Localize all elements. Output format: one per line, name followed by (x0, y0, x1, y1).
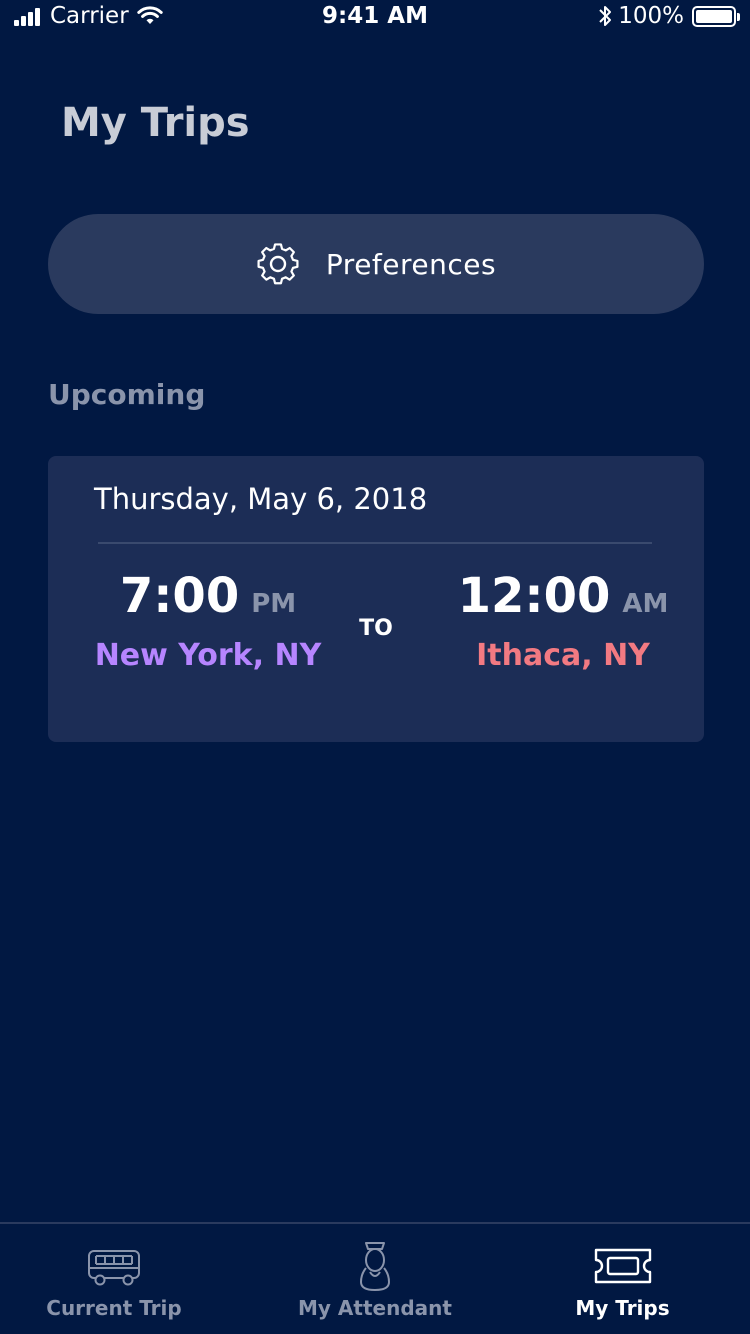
battery-icon (692, 5, 740, 27)
page-title: My Trips (61, 100, 250, 146)
battery-percent: 100% (618, 3, 684, 29)
arrival-ampm: AM (622, 589, 669, 619)
to-connector: TO (359, 616, 393, 641)
trip-date: Thursday, May 6, 2018 (94, 482, 428, 516)
tab-label-my-trips: My Trips (575, 1296, 670, 1320)
arrival-time: 12:00 (457, 568, 611, 624)
bluetooth-icon (599, 6, 612, 26)
tab-label-my-attendant: My Attendant (298, 1296, 452, 1320)
attendant-icon (360, 1242, 390, 1291)
departure-time-line: 7:00 PM (88, 568, 328, 624)
section-header-upcoming: Upcoming (48, 378, 206, 411)
my-trips-screen: Carrier 9:41 AM 100% My Trips Preference… (0, 0, 750, 1334)
bus-icon (88, 1250, 140, 1286)
preferences-button[interactable]: Preferences (48, 214, 704, 314)
departure-city: New York, NY (94, 638, 322, 673)
tab-my-trips[interactable]: My Trips (500, 1224, 745, 1334)
status-bar: Carrier 9:41 AM 100% (0, 0, 750, 34)
departure-time: 7:00 (119, 568, 240, 624)
arrival: 12:00 AM Ithaca, NY (448, 568, 678, 673)
gear-icon (257, 243, 299, 285)
departure: 7:00 PM New York, NY (88, 568, 328, 673)
trip-card[interactable]: Thursday, May 6, 2018 7:00 PM New York, … (48, 456, 704, 742)
ticket-icon (594, 1248, 651, 1284)
tab-label-current-trip: Current Trip (46, 1296, 182, 1320)
status-right: 100% (598, 3, 740, 29)
tab-current-trip[interactable]: Current Trip (0, 1224, 228, 1334)
arrival-time-line: 12:00 AM (448, 568, 678, 624)
arrival-city: Ithaca, NY (476, 638, 650, 673)
card-divider (98, 542, 652, 544)
departure-ampm: PM (251, 589, 297, 619)
tab-bar: Current Trip My Attendant My Trips (0, 1222, 750, 1334)
preferences-label: Preferences (325, 247, 497, 281)
tab-my-attendant[interactable]: My Attendant (250, 1224, 500, 1334)
